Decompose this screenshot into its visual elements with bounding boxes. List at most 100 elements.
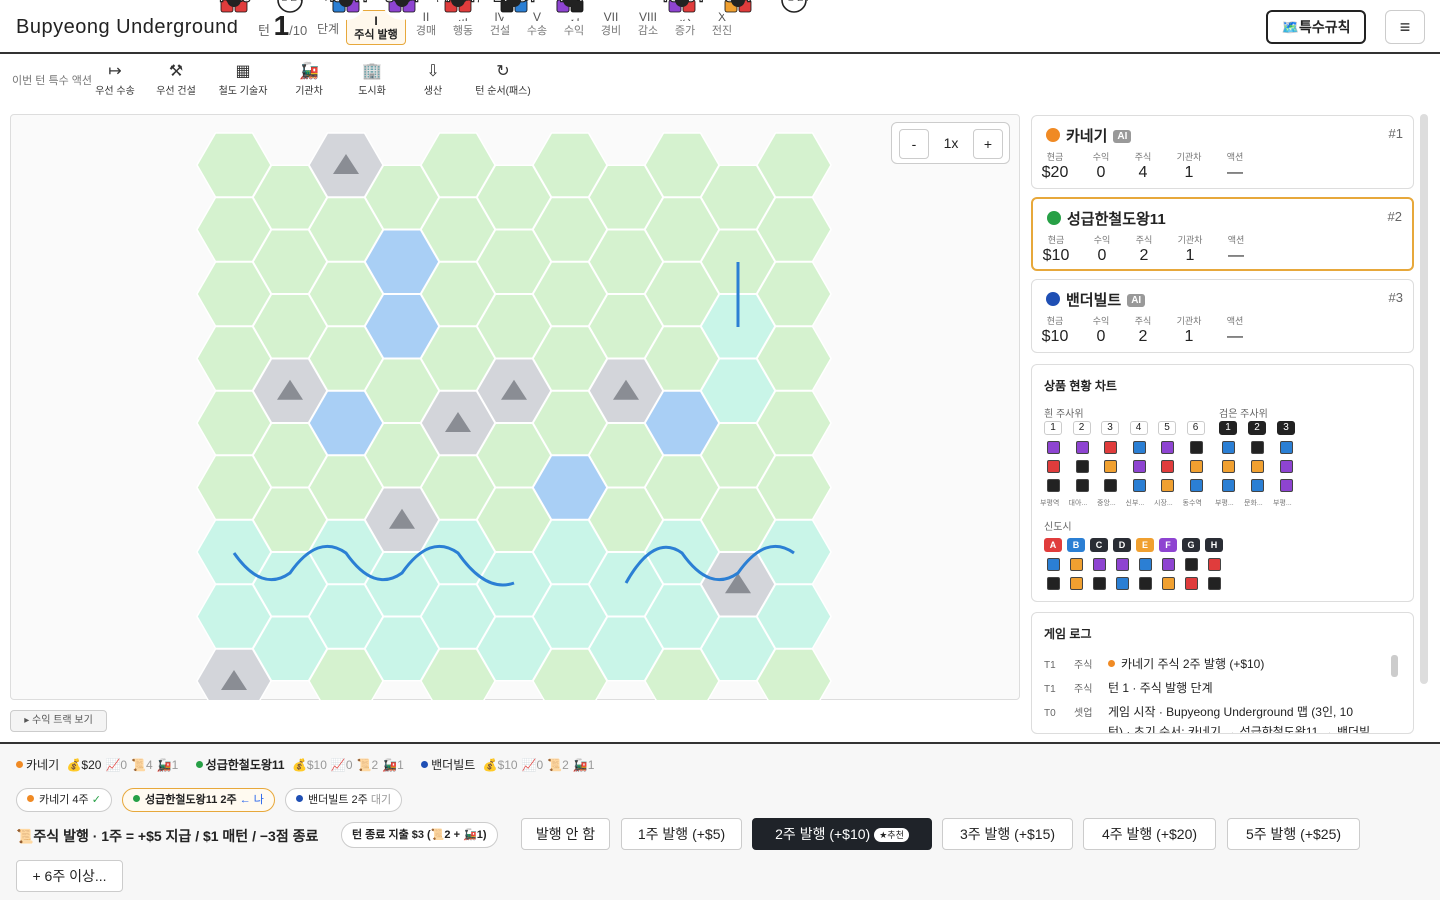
stat-action: 액션 — bbox=[1227, 235, 1245, 264]
city-number: 3 bbox=[679, 0, 685, 3]
player-color-dot bbox=[1047, 211, 1061, 225]
player-card[interactable]: 밴더빌트 AI #3 현금 $10 수익 0 주식 2 기관차 1 액션 — bbox=[1031, 279, 1414, 353]
stat-income: 수익 0 bbox=[1092, 152, 1110, 181]
goods-cube bbox=[1139, 577, 1152, 590]
issue-0-button[interactable]: 발행 안 함 bbox=[521, 818, 610, 850]
goods-cube bbox=[1093, 577, 1106, 590]
city-number: 1 bbox=[567, 0, 573, 3]
issue-1-button[interactable]: 1주 발행 (+$5) bbox=[621, 818, 742, 850]
log-row: T1 주식 턴 1 · 주식 발행 단계 bbox=[1044, 681, 1213, 695]
goods-cube bbox=[1047, 441, 1060, 454]
log-row: 턴) · 초기 순서: 카네기 → 성급한철도왕11 → 밴더빌 bbox=[1108, 725, 1371, 734]
issue-2-button[interactable]: 2주 발행 (+$10) ★추천 bbox=[752, 818, 932, 850]
hex-map: 26번 출구22번 출구18번 출구31번 출구9번 출구14번 출구5번 출구… bbox=[196, 0, 832, 700]
goods-cube bbox=[1161, 441, 1174, 454]
goods-cube bbox=[1047, 558, 1060, 571]
share-issue-description: 📜주식 발행 · 1주 = +$5 지급 / $1 매턴 / −3점 종료 bbox=[16, 828, 319, 844]
goods-cube bbox=[1251, 460, 1264, 473]
player-dot-icon bbox=[195, 761, 203, 768]
goods-column: 2 대아... bbox=[1069, 421, 1091, 508]
goods-cube bbox=[1132, 479, 1146, 492]
revenue-track-button[interactable]: ▸ 수익 트랙 보기 bbox=[10, 710, 107, 732]
player-status-bar: 카네기 💰$20 📈0 📜4 🚂1 성급한철도왕11 💰$10 📈0 📜2 🚂1 밴더빌트 … bbox=[16, 756, 598, 773]
goods-column: 4 신부... bbox=[1126, 421, 1148, 508]
log-row: T1 주식 카네기 주식 2주 발행 (+$10) bbox=[1044, 657, 1265, 671]
log-scrollbar[interactable] bbox=[1391, 655, 1398, 677]
city-number: 2 bbox=[455, 0, 461, 3]
zoom-level: 1x bbox=[943, 135, 959, 151]
white-dice-label: 흰 주사위 bbox=[1044, 409, 1084, 420]
goods-cube bbox=[1280, 460, 1293, 473]
goods-cube bbox=[1116, 577, 1129, 590]
goods-cube bbox=[1047, 577, 1060, 590]
city-number: 1 bbox=[231, 0, 237, 3]
new-city-column: E bbox=[1136, 535, 1154, 596]
new-city-column: H bbox=[1205, 535, 1223, 596]
game-log-title: 게임 로그 bbox=[1044, 627, 1092, 641]
goods-cube bbox=[1222, 460, 1235, 473]
goods-cube bbox=[1251, 441, 1264, 454]
goods-cube bbox=[1222, 441, 1235, 454]
goods-cube bbox=[1222, 479, 1235, 492]
player-card[interactable]: 카네기 AI #1 현금 $20 수익 0 주식 4 기관차 1 액션 — bbox=[1031, 115, 1414, 189]
player-rank: #2 bbox=[1387, 209, 1402, 224]
bottom-action-panel: 카네기 💰$20 📈0 📜4 🚂1 성급한철도왕11 💰$10 📈0 📜2 🚂1 밴더빌트 … bbox=[0, 742, 1440, 900]
goods-cube bbox=[1132, 460, 1146, 473]
goods-chart-panel: 상품 현황 차트 흰 주사위 검은 주사위 신도시 1 부평역 2 대아... 3 중앙.… bbox=[1031, 364, 1414, 602]
goods-cube bbox=[1161, 479, 1174, 492]
side-scrollbar[interactable] bbox=[1420, 114, 1428, 684]
new-city-column: G bbox=[1182, 535, 1200, 596]
stat-cash: 현금 $20 bbox=[1041, 152, 1069, 181]
player-rank: #1 bbox=[1388, 126, 1403, 141]
stat-shares: 주식 2 bbox=[1135, 235, 1153, 264]
ai-badge: AI bbox=[1127, 294, 1146, 307]
issue-4-button[interactable]: 4주 발행 (+$20) bbox=[1083, 818, 1216, 850]
stat-income: 수익 0 bbox=[1092, 316, 1110, 345]
goods-cube bbox=[1185, 577, 1198, 590]
issue-3-button[interactable]: 3주 발행 (+$15) bbox=[942, 818, 1073, 850]
goods-cube bbox=[1070, 558, 1083, 571]
goods-cube bbox=[1047, 460, 1060, 473]
city-number: 6 bbox=[735, 0, 741, 3]
new-city-column: F bbox=[1159, 535, 1177, 596]
player-color-dot bbox=[1046, 292, 1060, 306]
stat-shares: 주식 4 bbox=[1134, 152, 1152, 181]
issue-more-button[interactable]: + 6주 이상... bbox=[16, 860, 123, 892]
goods-cube bbox=[1208, 577, 1221, 590]
zoom-in-button[interactable]: + bbox=[973, 129, 1003, 159]
goods-cube bbox=[1047, 479, 1060, 492]
player-dot-icon bbox=[1108, 660, 1115, 667]
goods-cube bbox=[1075, 460, 1089, 473]
hamburger-menu-icon[interactable]: ≡ bbox=[1385, 10, 1425, 44]
stat-cash: 현금 $10 bbox=[1042, 235, 1070, 264]
stat-action: 액션 — bbox=[1226, 152, 1244, 181]
stat-cash: 현금 $10 bbox=[1041, 316, 1069, 345]
goods-column: 3 중앙... bbox=[1097, 421, 1119, 508]
goods-column: 1 부평... bbox=[1215, 421, 1237, 508]
player-color-dot bbox=[1046, 128, 1060, 142]
goods-cube bbox=[1161, 460, 1174, 473]
issue-5-button[interactable]: 5주 발행 (+$25) bbox=[1227, 818, 1360, 850]
goods-cube bbox=[1208, 558, 1221, 571]
goods-cube bbox=[1070, 577, 1083, 590]
stat-shares: 주식 2 bbox=[1134, 316, 1152, 345]
goods-cube bbox=[1162, 577, 1175, 590]
goods-cube bbox=[1185, 558, 1198, 571]
city-number: 3 bbox=[399, 0, 405, 3]
stat-loco: 기관차 1 bbox=[1176, 152, 1202, 181]
zoom-out-button[interactable]: - bbox=[899, 129, 929, 159]
goods-cube bbox=[1162, 558, 1175, 571]
player-card[interactable]: 성급한철도왕11 #2 현금 $10 수익 0 주식 2 기관차 1 액션 — bbox=[1031, 197, 1414, 271]
stat-action: 액션 — bbox=[1226, 316, 1244, 345]
player-dot-icon bbox=[421, 761, 429, 768]
black-dice-label: 검은 주사위 bbox=[1219, 409, 1268, 420]
goods-cube bbox=[1075, 441, 1089, 454]
log-row: T0 셋업 게임 시작 · Bupyeong Underground 맵 (3인, … bbox=[1044, 705, 1354, 719]
stat-loco: 기관차 1 bbox=[1177, 235, 1203, 264]
goods-cube bbox=[1075, 479, 1089, 492]
goods-cube bbox=[1093, 558, 1106, 571]
goods-cube bbox=[1104, 479, 1117, 492]
game-log-panel: 게임 로그 T1 주식 카네기 주식 2주 발행 (+$10) T1 주식 턴 1 · … bbox=[1031, 612, 1414, 734]
special-rules-button[interactable]: 🗺️특수규칙 bbox=[1266, 10, 1366, 44]
goods-column: 2 문화... bbox=[1244, 421, 1266, 508]
